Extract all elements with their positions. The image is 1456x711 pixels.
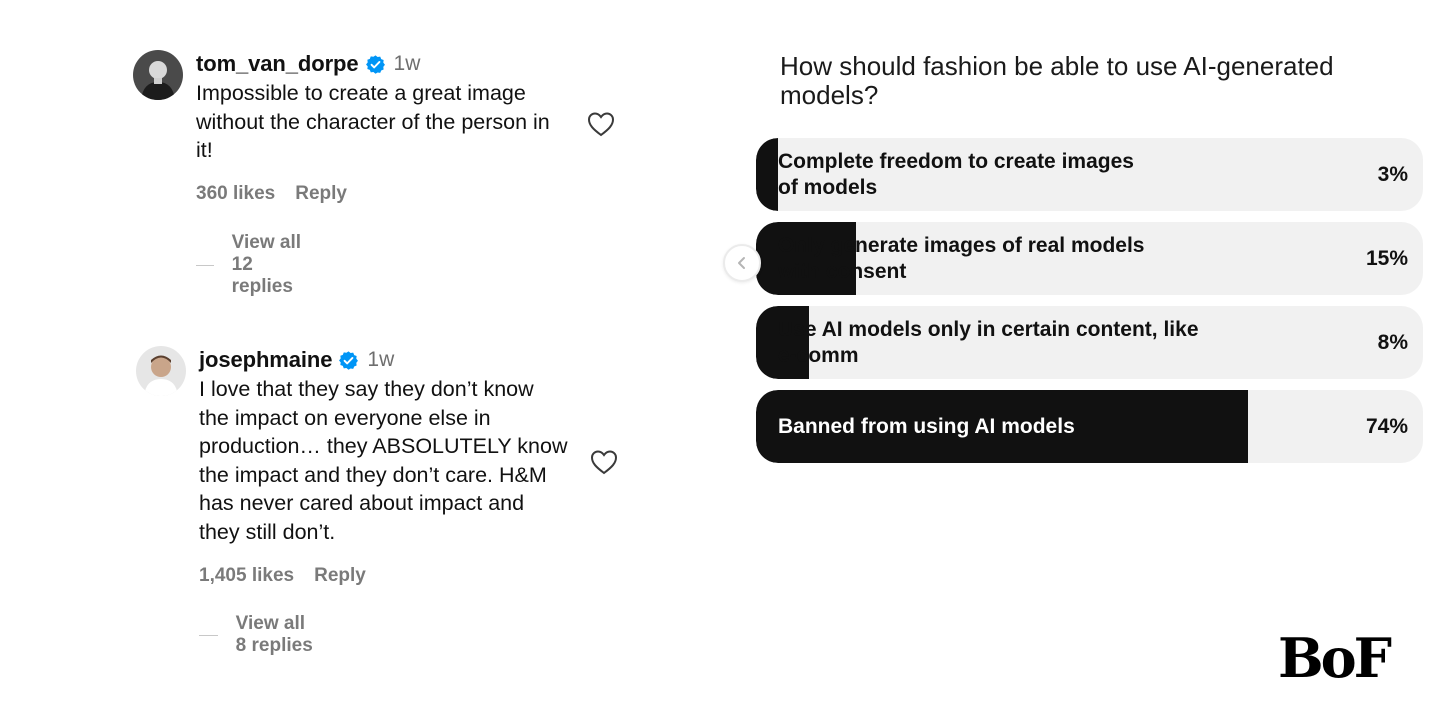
comment-body: josephmaine 1w I love that they say they… (199, 346, 579, 587)
avatar[interactable] (133, 50, 183, 100)
comment-meta: 1,405 likes Reply (199, 565, 579, 587)
poll-option-percent: 15% (1365, 246, 1408, 270)
heart-outline-icon[interactable] (590, 449, 618, 475)
comment-header: tom_van_dorpe 1w (196, 50, 576, 78)
replies-divider (196, 264, 214, 266)
page: tom_van_dorpe 1w Impossible to create a … (0, 0, 1456, 711)
view-replies[interactable]: View all 8 replies (199, 613, 314, 657)
comment-meta: 360 likes Reply (196, 183, 576, 205)
poll-option[interactable]: Banned from using AI models 74% (756, 390, 1423, 463)
poll-question: How should fashion be able to use AI-gen… (780, 51, 1334, 110)
comment-time: 1w (367, 348, 395, 371)
poll-option-label: Complete freedom to create images of mod… (778, 149, 1134, 199)
likes-count[interactable]: 1,405 likes (199, 565, 294, 587)
verified-badge-icon (365, 54, 386, 75)
heart-outline-icon[interactable] (587, 111, 615, 137)
view-replies[interactable]: View all 12 replies (196, 232, 311, 298)
reply-button[interactable]: Reply (295, 183, 347, 205)
poll-option-fill (756, 138, 778, 211)
avatar[interactable] (136, 346, 186, 396)
poll-option[interactable]: Complete freedom to create images of mod… (756, 138, 1423, 211)
person-portrait-icon (136, 346, 186, 396)
poll-option[interactable]: Use AI models only in certain content, l… (756, 306, 1423, 379)
poll-option-label: Banned from using AI models (778, 414, 1075, 438)
username[interactable]: josephmaine (199, 347, 332, 373)
poll-option[interactable]: Only generate images of real models with… (756, 222, 1423, 295)
reply-button[interactable]: Reply (314, 565, 366, 587)
previous-button[interactable] (723, 244, 761, 282)
bof-logo: BoF (1278, 625, 1412, 691)
person-portrait-icon (133, 50, 183, 100)
comment-time: 1w (393, 52, 421, 75)
view-replies-label: View all 8 replies (235, 613, 313, 656)
comment-header: josephmaine 1w (199, 346, 579, 374)
verified-badge-icon (338, 350, 359, 371)
chevron-left-icon (738, 257, 745, 269)
logo-text: BoF (1278, 626, 1392, 690)
poll-option-label: Only generate images of real models with… (778, 233, 1145, 283)
view-replies-label: View all 12 replies (231, 232, 302, 297)
poll-option-percent: 3% (1377, 162, 1408, 186)
poll-option-percent: 74% (1365, 414, 1408, 438)
comment-body: tom_van_dorpe 1w Impossible to create a … (196, 50, 576, 205)
username[interactable]: tom_van_dorpe (196, 51, 359, 77)
comment-text: I love that they say they don’t know the… (199, 377, 568, 544)
replies-divider (199, 634, 218, 636)
poll-option-percent: 8% (1377, 330, 1408, 354)
comment-text: Impossible to create a great image witho… (196, 81, 550, 163)
likes-count[interactable]: 360 likes (196, 183, 275, 205)
poll-option-label: Use AI models only in certain content, l… (778, 317, 1199, 367)
